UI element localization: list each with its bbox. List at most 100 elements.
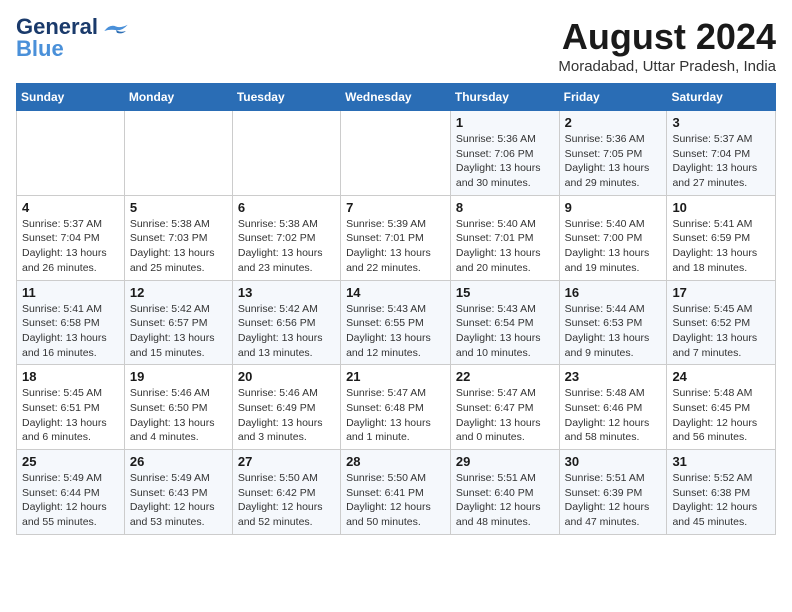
- weekday-header-monday: Monday: [124, 84, 232, 111]
- location-subtitle: Moradabad, Uttar Pradesh, India: [558, 58, 776, 75]
- day-info: Sunrise: 5:47 AM Sunset: 6:48 PM Dayligh…: [346, 386, 445, 445]
- day-info: Sunrise: 5:40 AM Sunset: 7:00 PM Dayligh…: [565, 217, 662, 276]
- page-header: GeneralBlue August 2024 Moradabad, Uttar…: [16, 16, 776, 75]
- calendar-cell: 26 Sunrise: 5:49 AM Sunset: 6:43 PM Dayli…: [124, 450, 232, 535]
- day-info: Sunrise: 5:41 AM Sunset: 6:59 PM Dayligh…: [672, 217, 770, 276]
- day-number: 30: [565, 454, 662, 469]
- day-number: 28: [346, 454, 445, 469]
- day-info: Sunrise: 5:51 AM Sunset: 6:39 PM Dayligh…: [565, 471, 662, 530]
- calendar-cell: 28 Sunrise: 5:50 AM Sunset: 6:41 PM Dayli…: [341, 450, 451, 535]
- day-number: 7: [346, 200, 445, 215]
- day-number: 31: [672, 454, 770, 469]
- calendar-cell: 11 Sunrise: 5:41 AM Sunset: 6:58 PM Dayli…: [17, 280, 125, 365]
- logo-text: GeneralBlue: [16, 16, 98, 60]
- weekday-header-saturday: Saturday: [667, 84, 776, 111]
- calendar-cell: 27 Sunrise: 5:50 AM Sunset: 6:42 PM Dayli…: [232, 450, 340, 535]
- day-number: 18: [22, 369, 119, 384]
- day-number: 3: [672, 115, 770, 130]
- calendar-body: 1Sunrise: 5:36 AM Sunset: 7:06 PM Daylig…: [17, 111, 776, 535]
- calendar-cell: [17, 111, 125, 196]
- calendar-cell: 14Sunrise: 5:43 AM Sunset: 6:55 PM Dayli…: [341, 280, 451, 365]
- week-row-1: 1Sunrise: 5:36 AM Sunset: 7:06 PM Daylig…: [17, 111, 776, 196]
- day-info: Sunrise: 5:42 AM Sunset: 6:56 PM Dayligh…: [238, 302, 335, 361]
- day-info: Sunrise: 5:38 AM Sunset: 7:02 PM Dayligh…: [238, 217, 335, 276]
- day-info: Sunrise: 5:52 AM Sunset: 6:38 PM Dayligh…: [672, 471, 770, 530]
- day-info: Sunrise: 5:39 AM Sunset: 7:01 PM Dayligh…: [346, 217, 445, 276]
- day-number: 27: [238, 454, 335, 469]
- calendar-cell: 4Sunrise: 5:37 AM Sunset: 7:04 PM Daylig…: [17, 195, 125, 280]
- day-number: 9: [565, 200, 662, 215]
- calendar-cell: 6 Sunrise: 5:38 AM Sunset: 7:02 PM Daylig…: [232, 195, 340, 280]
- day-info: Sunrise: 5:49 AM Sunset: 6:44 PM Dayligh…: [22, 471, 119, 530]
- calendar-cell: [341, 111, 451, 196]
- day-info: Sunrise: 5:36 AM Sunset: 7:05 PM Dayligh…: [565, 132, 662, 191]
- calendar-cell: 3Sunrise: 5:37 AM Sunset: 7:04 PM Daylig…: [667, 111, 776, 196]
- day-number: 5: [130, 200, 227, 215]
- weekday-header-thursday: Thursday: [450, 84, 559, 111]
- day-info: Sunrise: 5:38 AM Sunset: 7:03 PM Dayligh…: [130, 217, 227, 276]
- day-info: Sunrise: 5:45 AM Sunset: 6:51 PM Dayligh…: [22, 386, 119, 445]
- day-info: Sunrise: 5:50 AM Sunset: 6:41 PM Dayligh…: [346, 471, 445, 530]
- day-number: 26: [130, 454, 227, 469]
- calendar-cell: 2 Sunrise: 5:36 AM Sunset: 7:05 PM Daylig…: [559, 111, 667, 196]
- day-number: 6: [238, 200, 335, 215]
- weekday-header-sunday: Sunday: [17, 84, 125, 111]
- day-info: Sunrise: 5:40 AM Sunset: 7:01 PM Dayligh…: [456, 217, 554, 276]
- calendar-cell: 15 Sunrise: 5:43 AM Sunset: 6:54 PM Dayli…: [450, 280, 559, 365]
- calendar-cell: 10 Sunrise: 5:41 AM Sunset: 6:59 PM Dayli…: [667, 195, 776, 280]
- day-number: 16: [565, 285, 662, 300]
- weekday-header-wednesday: Wednesday: [341, 84, 451, 111]
- calendar-cell: 12 Sunrise: 5:42 AM Sunset: 6:57 PM Dayli…: [124, 280, 232, 365]
- day-info: Sunrise: 5:45 AM Sunset: 6:52 PM Dayligh…: [672, 302, 770, 361]
- weekday-header-friday: Friday: [559, 84, 667, 111]
- weekday-header-tuesday: Tuesday: [232, 84, 340, 111]
- calendar-cell: 13Sunrise: 5:42 AM Sunset: 6:56 PM Dayli…: [232, 280, 340, 365]
- week-row-3: 11 Sunrise: 5:41 AM Sunset: 6:58 PM Dayli…: [17, 280, 776, 365]
- weekday-header-row: SundayMondayTuesdayWednesdayThursdayFrid…: [17, 84, 776, 111]
- week-row-2: 4Sunrise: 5:37 AM Sunset: 7:04 PM Daylig…: [17, 195, 776, 280]
- calendar-cell: 18 Sunrise: 5:45 AM Sunset: 6:51 PM Dayli…: [17, 365, 125, 450]
- day-info: Sunrise: 5:43 AM Sunset: 6:55 PM Dayligh…: [346, 302, 445, 361]
- day-info: Sunrise: 5:37 AM Sunset: 7:04 PM Dayligh…: [22, 217, 119, 276]
- calendar-cell: 9 Sunrise: 5:40 AM Sunset: 7:00 PM Daylig…: [559, 195, 667, 280]
- day-number: 22: [456, 369, 554, 384]
- day-number: 11: [22, 285, 119, 300]
- day-info: Sunrise: 5:41 AM Sunset: 6:58 PM Dayligh…: [22, 302, 119, 361]
- day-number: 24: [672, 369, 770, 384]
- day-info: Sunrise: 5:48 AM Sunset: 6:45 PM Dayligh…: [672, 386, 770, 445]
- day-number: 12: [130, 285, 227, 300]
- week-row-5: 25 Sunrise: 5:49 AM Sunset: 6:44 PM Dayli…: [17, 450, 776, 535]
- day-info: Sunrise: 5:49 AM Sunset: 6:43 PM Dayligh…: [130, 471, 227, 530]
- day-number: 10: [672, 200, 770, 215]
- day-number: 25: [22, 454, 119, 469]
- title-block: August 2024 Moradabad, Uttar Pradesh, In…: [558, 16, 776, 75]
- calendar-cell: 17Sunrise: 5:45 AM Sunset: 6:52 PM Dayli…: [667, 280, 776, 365]
- day-number: 20: [238, 369, 335, 384]
- calendar-cell: [124, 111, 232, 196]
- month-year-title: August 2024: [558, 16, 776, 58]
- calendar-table: SundayMondayTuesdayWednesdayThursdayFrid…: [16, 83, 776, 535]
- calendar-cell: 19Sunrise: 5:46 AM Sunset: 6:50 PM Dayli…: [124, 365, 232, 450]
- day-number: 19: [130, 369, 227, 384]
- calendar-cell: 23Sunrise: 5:48 AM Sunset: 6:46 PM Dayli…: [559, 365, 667, 450]
- calendar-cell: 22 Sunrise: 5:47 AM Sunset: 6:47 PM Dayli…: [450, 365, 559, 450]
- calendar-cell: 29Sunrise: 5:51 AM Sunset: 6:40 PM Dayli…: [450, 450, 559, 535]
- day-info: Sunrise: 5:36 AM Sunset: 7:06 PM Dayligh…: [456, 132, 554, 191]
- day-info: Sunrise: 5:42 AM Sunset: 6:57 PM Dayligh…: [130, 302, 227, 361]
- day-info: Sunrise: 5:47 AM Sunset: 6:47 PM Dayligh…: [456, 386, 554, 445]
- calendar-cell: 16 Sunrise: 5:44 AM Sunset: 6:53 PM Dayli…: [559, 280, 667, 365]
- day-number: 2: [565, 115, 662, 130]
- day-info: Sunrise: 5:48 AM Sunset: 6:46 PM Dayligh…: [565, 386, 662, 445]
- logo-bird-icon: [102, 22, 130, 40]
- day-info: Sunrise: 5:44 AM Sunset: 6:53 PM Dayligh…: [565, 302, 662, 361]
- calendar-cell: 5 Sunrise: 5:38 AM Sunset: 7:03 PM Daylig…: [124, 195, 232, 280]
- calendar-cell: 21Sunrise: 5:47 AM Sunset: 6:48 PM Dayli…: [341, 365, 451, 450]
- day-number: 15: [456, 285, 554, 300]
- calendar-cell: [232, 111, 340, 196]
- day-info: Sunrise: 5:43 AM Sunset: 6:54 PM Dayligh…: [456, 302, 554, 361]
- calendar-cell: 25 Sunrise: 5:49 AM Sunset: 6:44 PM Dayli…: [17, 450, 125, 535]
- calendar-cell: 30 Sunrise: 5:51 AM Sunset: 6:39 PM Dayli…: [559, 450, 667, 535]
- day-info: Sunrise: 5:50 AM Sunset: 6:42 PM Dayligh…: [238, 471, 335, 530]
- day-number: 29: [456, 454, 554, 469]
- calendar-cell: 31 Sunrise: 5:52 AM Sunset: 6:38 PM Dayli…: [667, 450, 776, 535]
